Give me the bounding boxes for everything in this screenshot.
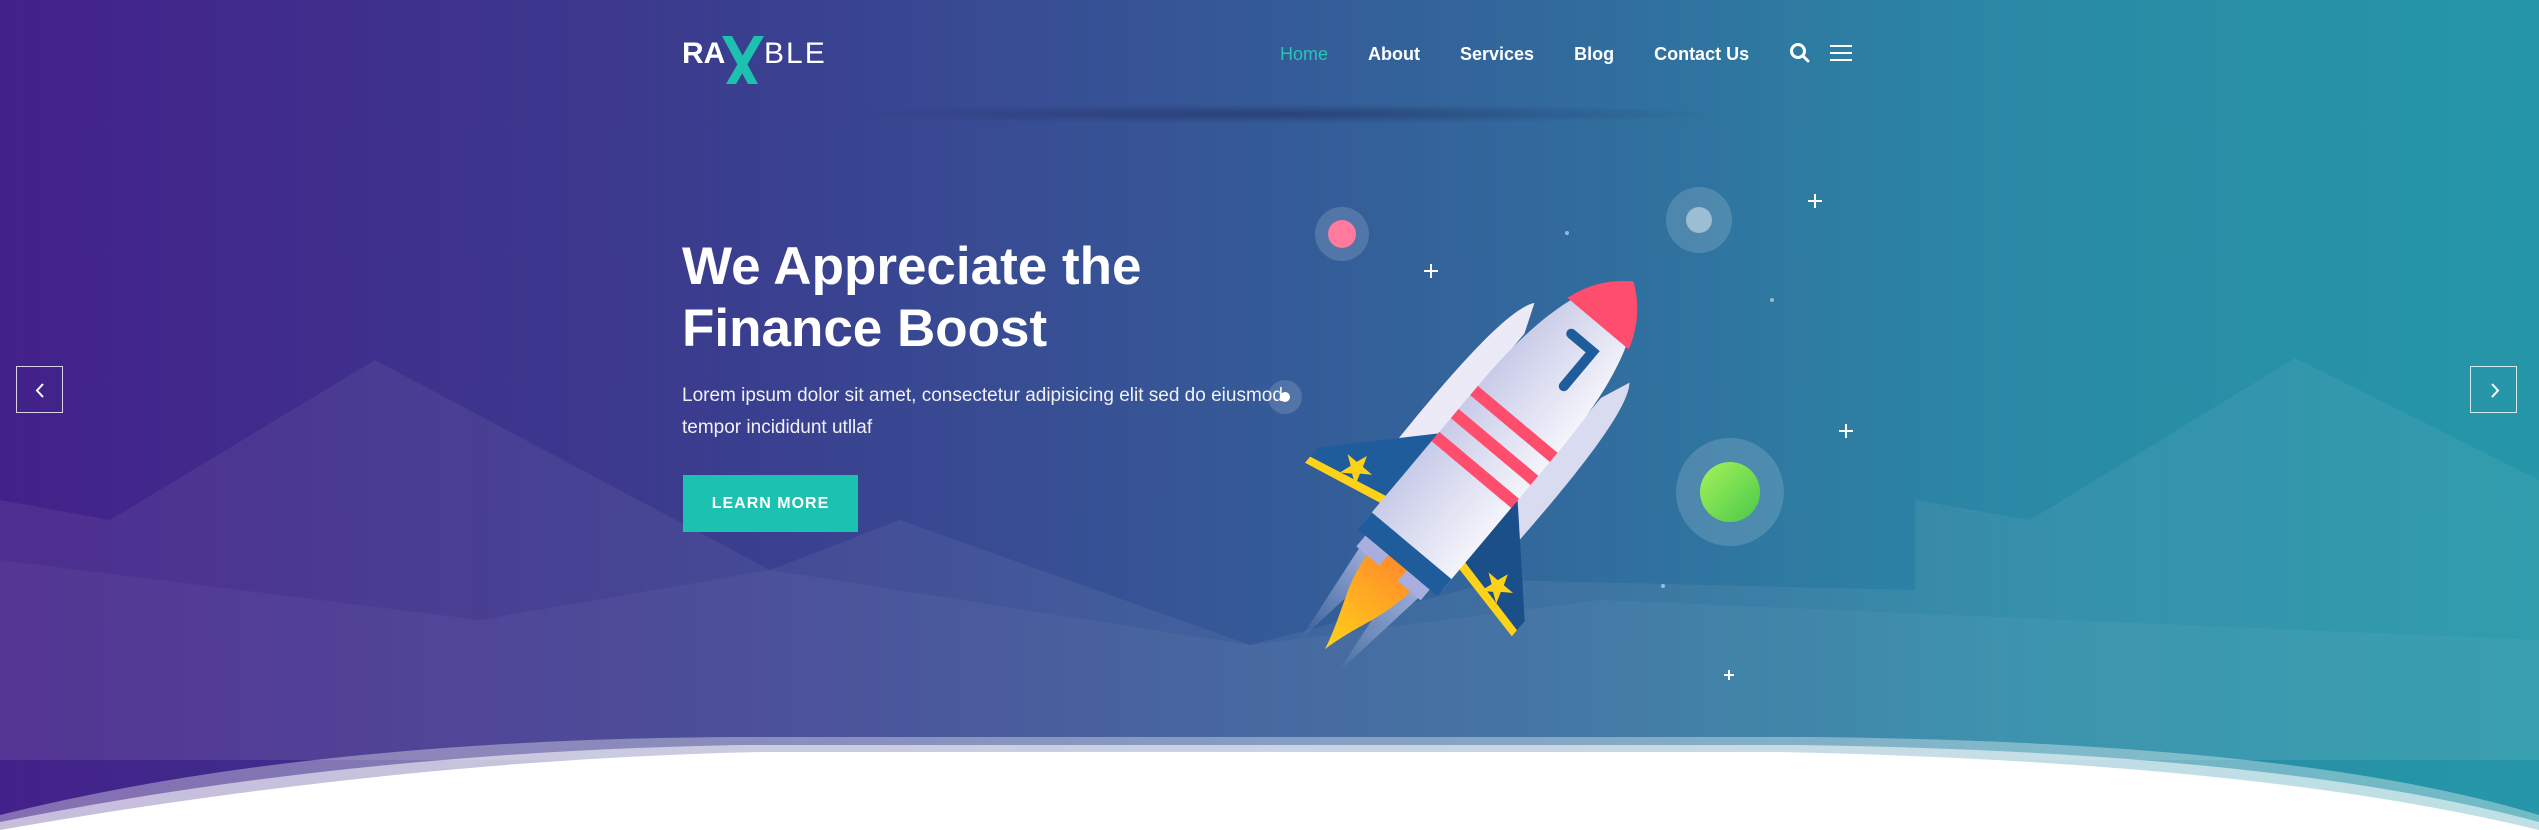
hero-title-line2: Finance Boost (682, 299, 1048, 358)
chevron-left-icon (35, 383, 44, 398)
header-shadow (830, 104, 1730, 124)
nav-contact[interactable]: Contact Us (1654, 44, 1749, 65)
chevron-right-icon (2491, 383, 2500, 398)
learn-more-button[interactable]: LEARN MORE (683, 475, 858, 532)
slider-prev-button[interactable] (16, 366, 63, 413)
logo-text-left: RA (682, 37, 725, 70)
nav-home[interactable]: Home (1280, 44, 1328, 65)
logo-text-right: BLE (764, 37, 827, 70)
hero-title-line1: We Appreciate the (682, 237, 1142, 296)
rocket-icon (1299, 280, 1638, 673)
nav-services[interactable]: Services (1460, 44, 1534, 65)
nav-blog[interactable]: Blog (1574, 44, 1614, 65)
menu-icon[interactable] (1828, 40, 1854, 66)
brand-logo[interactable]: RA BLE (682, 30, 842, 90)
slider-next-button[interactable] (2470, 366, 2517, 413)
nav-about[interactable]: About (1368, 44, 1420, 65)
search-icon[interactable] (1787, 40, 1813, 66)
hero-section: RA BLE Home About Services Blog Contact … (0, 0, 2539, 830)
hero-subtitle: Lorem ipsum dolor sit amet, consectetur … (682, 385, 1283, 438)
rocket-illustration (1268, 187, 1853, 680)
main-nav: Home About Services Blog Contact Us (1280, 0, 1789, 108)
